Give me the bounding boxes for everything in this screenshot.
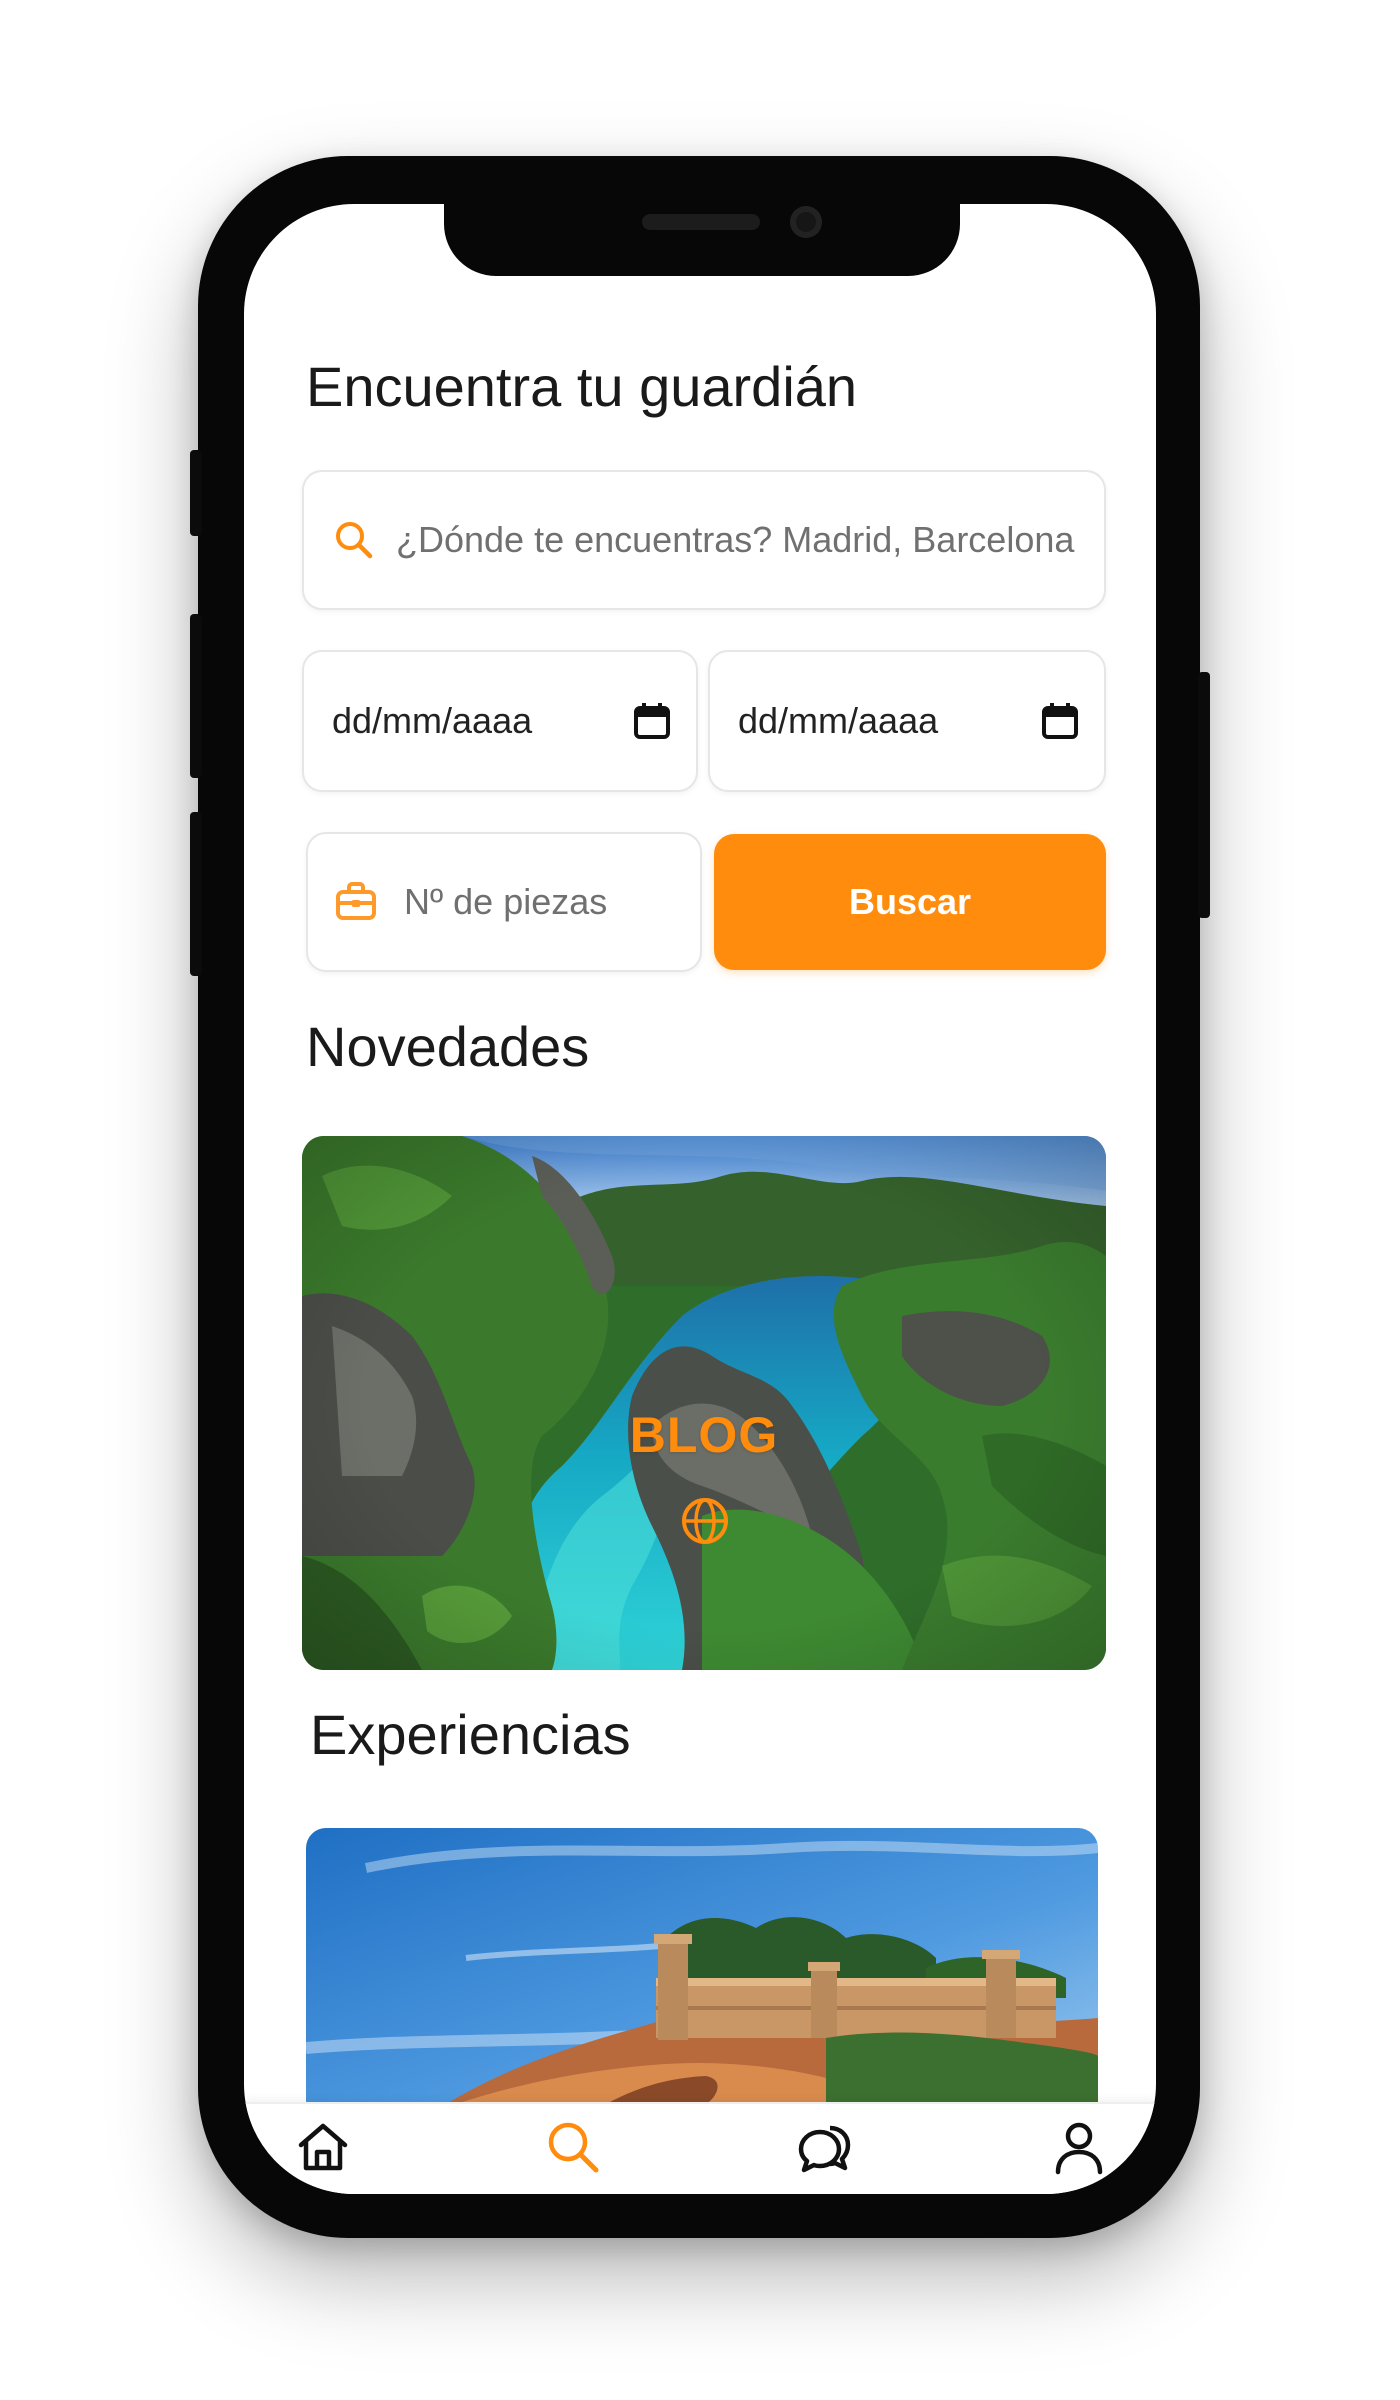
- phone-screen: Encuentra tu guardián ¿Dónde te encuentr…: [244, 204, 1156, 2194]
- location-search-placeholder: ¿Dónde te encuentras? Madrid, Barcelona: [396, 519, 1075, 560]
- power-button: [1198, 672, 1210, 918]
- blog-card[interactable]: BLOG: [302, 1136, 1106, 1670]
- globe-icon: [682, 1498, 728, 1544]
- blog-label: BLOG: [629, 1407, 779, 1463]
- end-date-value: dd/mm/aaaa: [738, 700, 939, 741]
- experiencia-card[interactable]: [306, 1828, 1098, 2104]
- mute-switch: [190, 450, 202, 536]
- volume-up-button: [190, 614, 202, 778]
- start-date-value: dd/mm/aaaa: [332, 700, 533, 741]
- location-search-field[interactable]: ¿Dónde te encuentras? Madrid, Barcelona: [302, 470, 1106, 610]
- start-date-field[interactable]: dd/mm/aaaa: [302, 650, 698, 792]
- profile-icon[interactable]: [1050, 2118, 1108, 2176]
- pieces-count-field[interactable]: Nº de piezas: [306, 832, 702, 972]
- search-icon: [336, 522, 373, 559]
- chat-icon[interactable]: [796, 2118, 854, 2176]
- phone-notch: [444, 200, 960, 276]
- bottom-nav: [244, 2102, 1156, 2194]
- search-nav-icon[interactable]: [544, 2118, 602, 2176]
- novedades-heading: Novedades: [306, 1015, 590, 1078]
- pieces-count-placeholder: Nº de piezas: [404, 881, 608, 922]
- end-date-field[interactable]: dd/mm/aaaa: [708, 650, 1106, 792]
- page-title: Encuentra tu guardián: [306, 355, 858, 418]
- earpiece-speaker: [642, 214, 760, 230]
- front-camera: [790, 206, 822, 238]
- blog-lagoon-image: [302, 1136, 1106, 1670]
- mockup-stage: Encuentra tu guardián ¿Dónde te encuentr…: [0, 0, 1400, 2400]
- experiencia-castle-image: [306, 1828, 1098, 2104]
- calendar-icon[interactable]: [1040, 701, 1080, 741]
- calendar-icon[interactable]: [632, 701, 672, 741]
- suitcase-icon: [336, 882, 376, 920]
- search-button[interactable]: Buscar: [714, 834, 1106, 970]
- home-icon[interactable]: [294, 2118, 352, 2176]
- volume-down-button: [190, 812, 202, 976]
- experiencias-heading: Experiencias: [310, 1703, 631, 1766]
